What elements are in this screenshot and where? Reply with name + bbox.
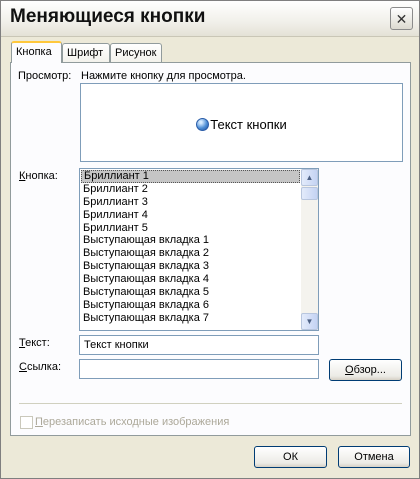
button-style-list: Бриллиант 1 Бриллиант 2 Бриллиант 3 Брил… [81, 170, 300, 325]
ok-button[interactable]: ОК [254, 446, 327, 468]
tab-picture-label: Рисунок [115, 47, 157, 59]
tab-font[interactable]: Шрифт [62, 43, 110, 62]
link-input[interactable] [79, 359, 319, 379]
overwrite-images-label: Перезаписать исходные изображения [35, 416, 230, 428]
dialog-window: Меняющиеся кнопки ✕ Кнопка Шрифт Рисунок… [0, 0, 420, 479]
list-item[interactable]: Бриллиант 1 [81, 170, 300, 183]
cancel-button-label: Отмена [354, 451, 394, 463]
preview-label: Просмотр: [18, 70, 72, 82]
button-list-label: Кнопка: [19, 170, 58, 182]
cancel-button[interactable]: Отмена [338, 446, 410, 468]
button-style-listbox[interactable]: Бриллиант 1 Бриллиант 2 Бриллиант 3 Брил… [79, 168, 319, 331]
link-field-label: Ссылка: [19, 361, 62, 373]
chevron-up-icon: ▲ [305, 173, 314, 182]
browse-button-label: Обзор... [345, 364, 386, 376]
scrollbar-thumb[interactable] [301, 187, 318, 200]
tab-button-label: Кнопка [16, 46, 52, 58]
button-text-input[interactable]: Текст кнопки [79, 335, 319, 355]
preview-area: Текст кнопки [80, 83, 403, 162]
list-item[interactable]: Выступающая вкладка 6 [81, 299, 300, 312]
list-item[interactable]: Выступающая вкладка 7 [81, 312, 300, 325]
preview-button-text: Текст кнопки [210, 117, 287, 132]
list-item[interactable]: Бриллиант 2 [81, 183, 300, 196]
tab-picture[interactable]: Рисунок [110, 43, 162, 62]
scroll-down-button[interactable]: ▼ [301, 313, 318, 330]
list-item[interactable]: Бриллиант 3 [81, 196, 300, 209]
vertical-scrollbar[interactable]: ▲ ▼ [301, 169, 318, 330]
browse-button[interactable]: Обзор... [329, 359, 402, 381]
dialog-title: Меняющиеся кнопки [10, 6, 206, 27]
text-field-label: Текст: [19, 337, 50, 349]
list-item[interactable]: Выступающая вкладка 2 [81, 247, 300, 260]
ok-button-label: ОК [283, 451, 298, 463]
title-bar: Меняющиеся кнопки ✕ [1, 1, 419, 37]
list-item[interactable]: Выступающая вкладка 5 [81, 286, 300, 299]
preview-hint: Нажмите кнопку для просмотра. [81, 70, 246, 82]
orb-button-icon [196, 118, 210, 131]
scroll-up-button[interactable]: ▲ [301, 169, 318, 186]
list-item[interactable]: Выступающая вкладка 4 [81, 273, 300, 286]
tab-font-label: Шрифт [67, 47, 104, 59]
list-item[interactable]: Выступающая вкладка 1 [81, 234, 300, 247]
overwrite-images-checkbox[interactable] [20, 416, 33, 429]
preview-button[interactable]: Текст кнопки [81, 117, 402, 132]
list-item[interactable]: Бриллиант 4 [81, 209, 300, 222]
close-button[interactable]: ✕ [390, 7, 413, 30]
close-icon: ✕ [395, 10, 408, 27]
list-item[interactable]: Бриллиант 5 [81, 222, 300, 235]
list-item[interactable]: Выступающая вкладка 3 [81, 260, 300, 273]
separator [19, 403, 402, 404]
tab-button[interactable]: Кнопка [11, 41, 62, 63]
chevron-down-icon: ▼ [305, 317, 314, 326]
